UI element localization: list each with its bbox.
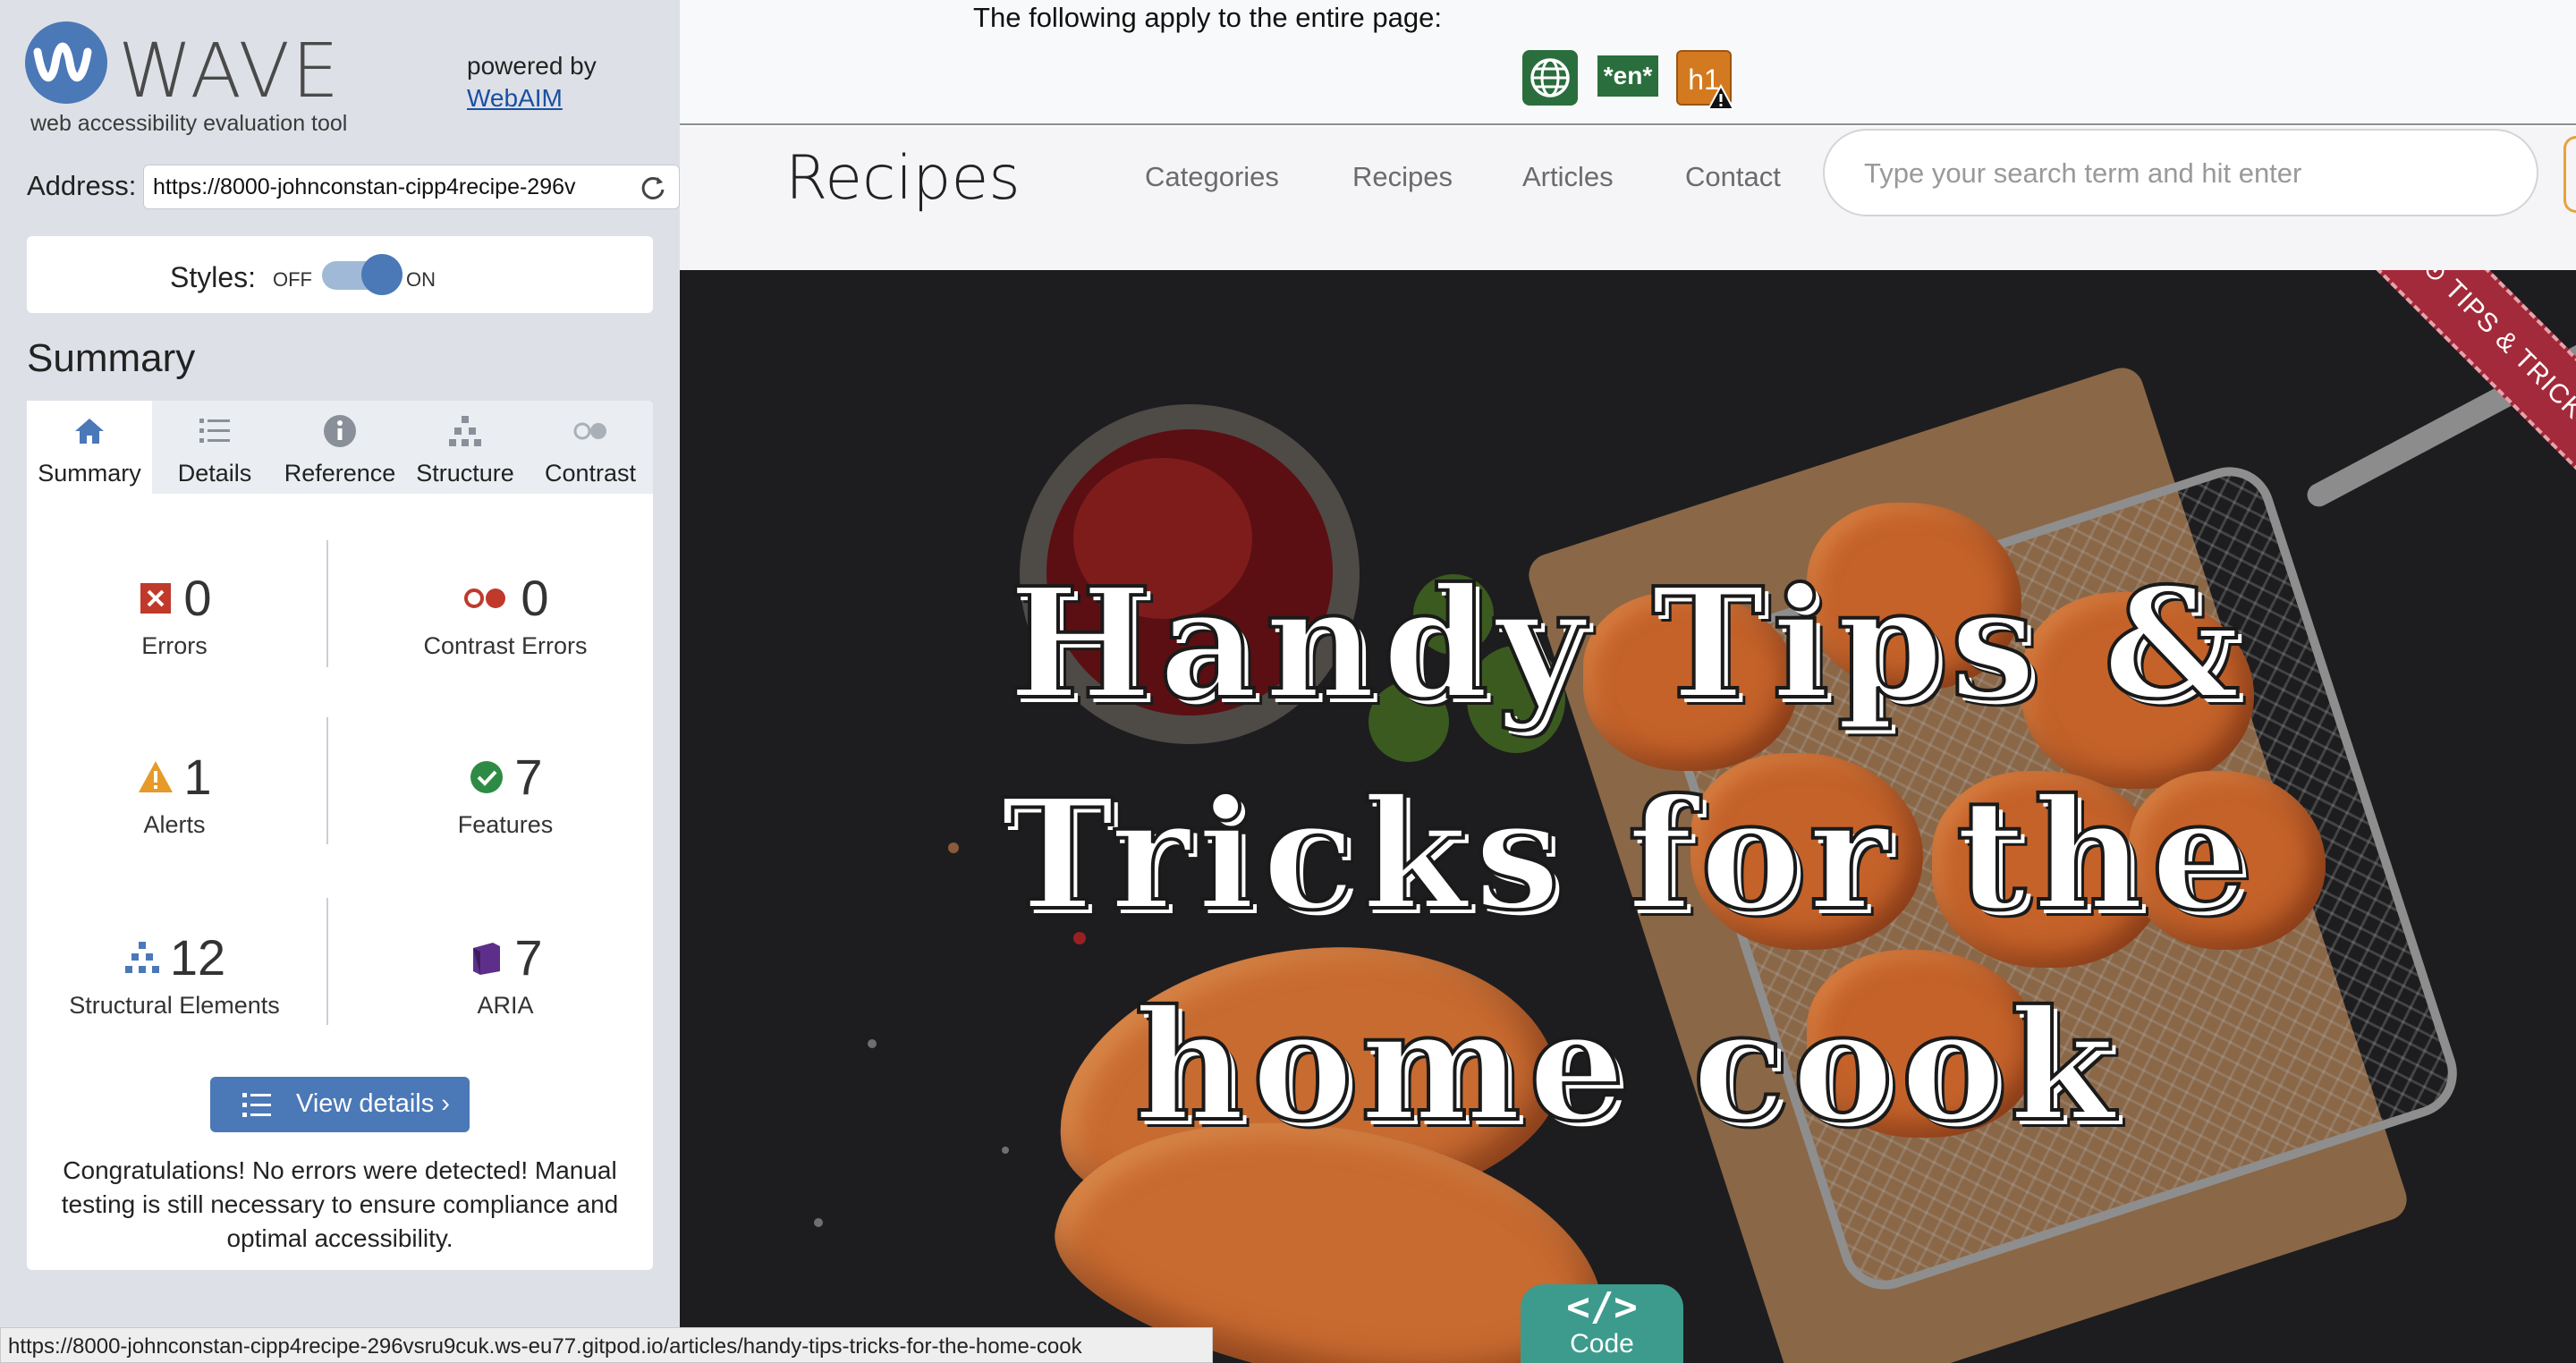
feature-icon — [470, 760, 504, 793]
stat-label: Structural Elements — [69, 992, 280, 1019]
stat-label: ARIA — [477, 992, 534, 1019]
list-icon — [199, 419, 230, 443]
tab-details[interactable]: Details — [152, 401, 277, 494]
stat-label: Errors — [141, 632, 208, 659]
globe-icon[interactable] — [1522, 50, 1578, 106]
tab-label: Details — [177, 460, 252, 487]
code-toggle-button[interactable]: </> Code — [1521, 1284, 1683, 1363]
stat-label: Contrast Errors — [423, 632, 588, 659]
wave-logo-icon — [25, 21, 107, 104]
styles-on-label: ON — [406, 268, 436, 291]
info-icon — [324, 415, 356, 447]
powered-by-label: powered by — [467, 52, 597, 80]
view-details-button[interactable]: View details › — [210, 1077, 470, 1132]
stats-divider — [326, 898, 328, 1025]
tab-label: Reference — [284, 460, 396, 487]
code-icon: </> — [1566, 1284, 1638, 1330]
styles-toggle-knob[interactable] — [361, 254, 402, 295]
webaim-link[interactable]: WebAIM — [467, 82, 597, 114]
stat-alerts[interactable]: 1 Alerts — [27, 748, 322, 839]
view-details-label: View details › — [296, 1089, 450, 1118]
browser-status-bar: https://8000-johnconstan-cipp4recipe-296… — [0, 1327, 1213, 1363]
nav-link-recipes[interactable]: Recipes — [1352, 161, 1453, 193]
contrast-icon — [573, 422, 606, 440]
congrats-message: Congratulations! No errors were detected… — [61, 1156, 619, 1252]
nav-link-articles[interactable]: Articles — [1522, 161, 1614, 193]
stat-structural-elements[interactable]: 12 Structural Elements — [27, 928, 322, 1020]
styles-label: Styles: — [170, 261, 257, 293]
tab-label: Contrast — [544, 460, 637, 487]
tab-summary[interactable]: Summary — [27, 401, 152, 494]
list-icon — [242, 1093, 271, 1117]
structural-icon — [124, 941, 159, 973]
address-input[interactable]: https://8000-johnconstan-cipp4recipe-296… — [143, 165, 680, 209]
address-row: Address: https://8000-johnconstan-cipp4r… — [27, 165, 680, 209]
powered-by: powered by WebAIM — [467, 50, 597, 114]
styles-off-label: OFF — [273, 268, 312, 291]
stat-count: 7 — [514, 749, 543, 805]
stat-label: Features — [457, 811, 554, 838]
page-level-icons: The following apply to the entire page: … — [680, 0, 2576, 125]
reload-icon[interactable] — [638, 172, 668, 202]
hero-headline: Handy Tips & Tricks for the home cook — [999, 553, 2256, 1157]
wave-brand: WAVE — [118, 27, 342, 114]
warning-icon — [1707, 84, 1735, 110]
structure-icon — [449, 416, 481, 446]
stats-divider — [326, 717, 328, 844]
stat-errors[interactable]: 0 Errors — [27, 569, 322, 660]
aria-icon — [473, 942, 501, 975]
error-icon — [140, 582, 172, 614]
stat-count: 7 — [514, 929, 543, 986]
stat-features[interactable]: 7 Features — [358, 748, 653, 839]
stat-count: 1 — [183, 749, 212, 805]
page-level-note: The following apply to the entire page: — [973, 2, 1442, 33]
alert-icon — [139, 760, 174, 792]
site-navbar: Recipes Categories Recipes Articles Cont… — [680, 127, 2576, 270]
address-label: Address: — [27, 170, 137, 201]
hero-banner: ⊙ TIPS & TRICKS Handy Tips & Tricks for … — [680, 270, 2576, 1363]
site-title[interactable]: Recipes — [785, 143, 1021, 214]
tab-reference[interactable]: Reference — [277, 401, 402, 494]
nav-link-categories[interactable]: Categories — [1145, 161, 1279, 193]
styles-toggle-box: Styles: OFF ON — [27, 236, 653, 313]
summary-heading: Summary — [27, 336, 196, 380]
stat-count: 0 — [183, 570, 212, 626]
summary-panel: Summary Details Reference Structure Cont… — [27, 401, 653, 1270]
contrast-error-icon — [464, 588, 506, 608]
panel-tabs: Summary Details Reference Structure Cont… — [27, 401, 653, 494]
search-input[interactable]: Type your search term and hit enter — [1823, 129, 2538, 216]
tab-label: Structure — [416, 460, 514, 487]
stat-count: 0 — [521, 570, 549, 626]
stat-count: 12 — [169, 929, 226, 986]
language-badge[interactable]: *en* — [1597, 55, 1658, 97]
nav-link-contact[interactable]: Contact — [1685, 161, 1781, 193]
tab-label: Summary — [38, 460, 141, 487]
stat-aria[interactable]: 7 ARIA — [358, 928, 653, 1020]
stat-label: Alerts — [143, 811, 206, 838]
code-label: Code — [1570, 1329, 1634, 1359]
search-button[interactable] — [2563, 136, 2576, 213]
stats-divider — [326, 540, 328, 667]
tab-structure[interactable]: Structure — [402, 401, 528, 494]
stat-contrast-errors[interactable]: 0 Contrast Errors — [358, 569, 653, 660]
tab-contrast[interactable]: Contrast — [528, 401, 653, 494]
wave-sidebar: WAVE web accessibility evaluation tool p… — [0, 0, 680, 1363]
home-icon — [75, 419, 104, 444]
wave-tagline: web accessibility evaluation tool — [30, 111, 348, 136]
